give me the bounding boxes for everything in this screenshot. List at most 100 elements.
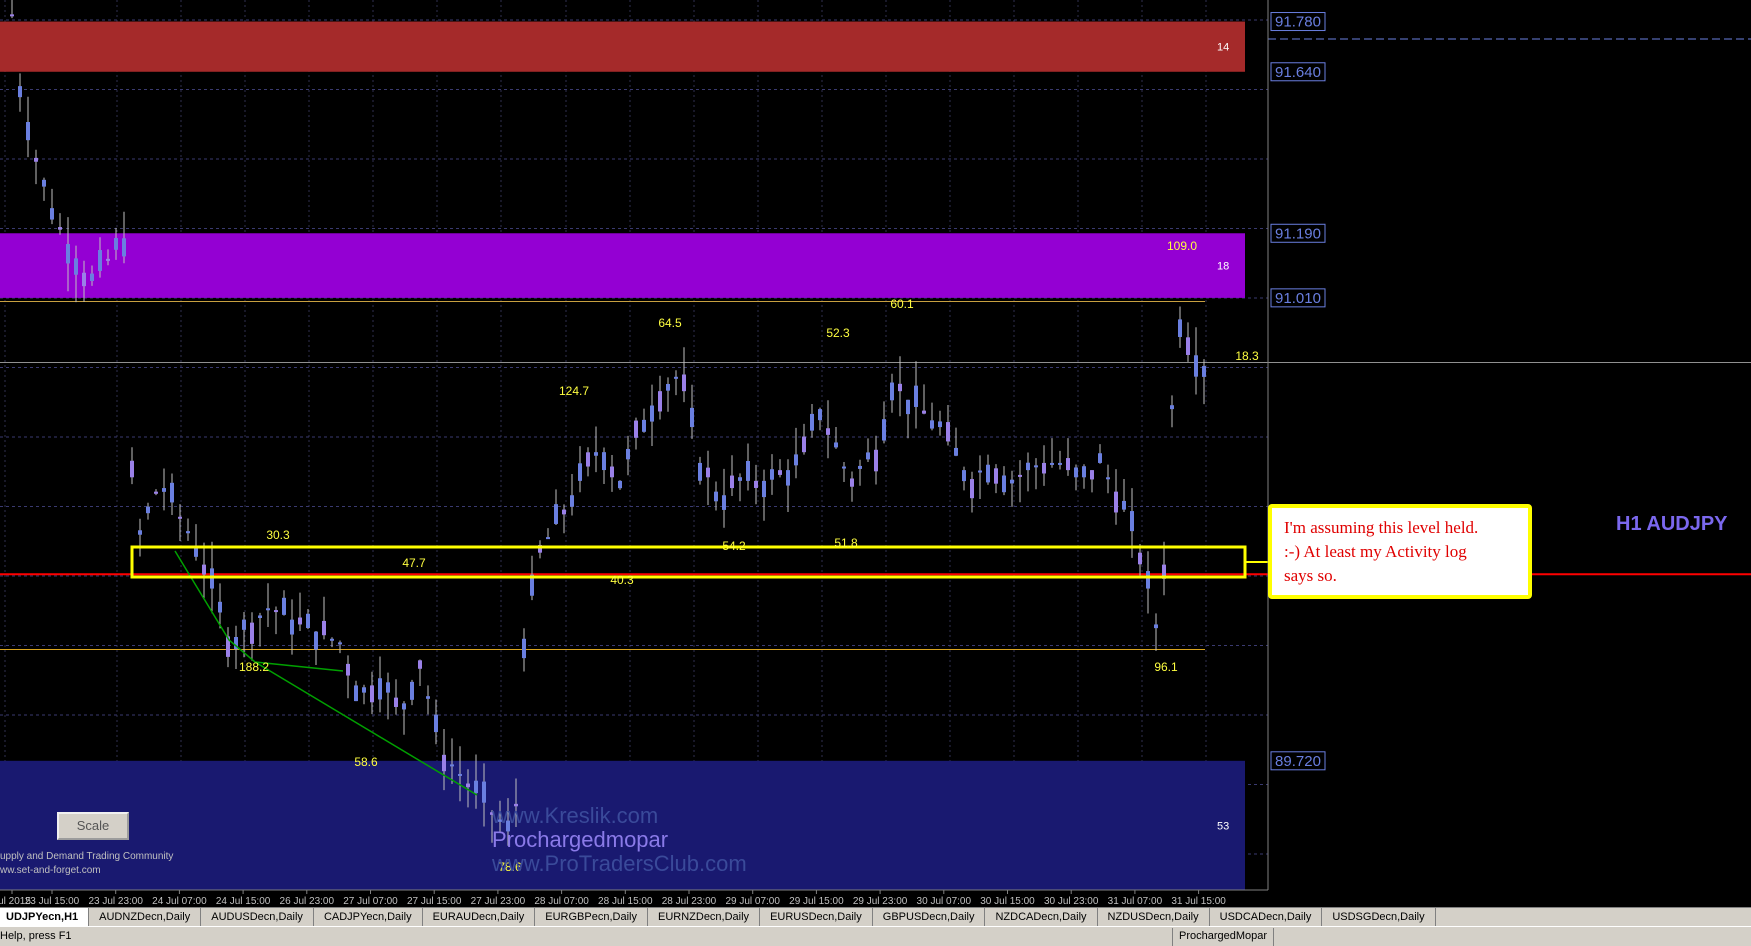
candle-body-4 bbox=[42, 179, 46, 187]
swing-label-9: 54.2 bbox=[722, 539, 746, 553]
candle-body-44 bbox=[362, 687, 366, 693]
time-tick-label-5: 26 Jul 23:00 bbox=[280, 896, 335, 907]
candle-body-57 bbox=[466, 783, 470, 788]
swing-label-6: 30.3 bbox=[266, 528, 290, 542]
candle-body-35 bbox=[290, 619, 294, 635]
candle-body-41 bbox=[338, 642, 342, 645]
scale-button[interactable]: Scale bbox=[57, 812, 129, 840]
swing-label-11: 188.2 bbox=[239, 660, 269, 674]
status-bar: Help, press F1 ProchargedMopar bbox=[0, 926, 1751, 946]
tab-audjpy-h1[interactable]: UDJPYecn,H1 bbox=[0, 908, 90, 927]
zone-label-0: 14 bbox=[1217, 42, 1229, 54]
candle-body-127 bbox=[1026, 462, 1030, 471]
candle-body-113 bbox=[914, 385, 918, 407]
swing-label-12: 58.6 bbox=[354, 755, 378, 769]
candle-body-95 bbox=[770, 469, 774, 480]
candle-body-147 bbox=[1186, 337, 1190, 355]
swing-label-4: 52.3 bbox=[826, 326, 850, 340]
candle-body-21 bbox=[178, 516, 182, 519]
tab-audusd-daily[interactable]: AUDUSDecn,Daily bbox=[201, 908, 314, 927]
annotation-callout: I'm assuming this level held. :-) At lea… bbox=[1268, 504, 1532, 599]
trend-line-1 bbox=[174, 550, 344, 672]
candle-body-128 bbox=[1034, 465, 1038, 468]
candle-body-82 bbox=[666, 383, 670, 391]
candle-body-139 bbox=[1122, 500, 1126, 510]
candle-body-131 bbox=[1058, 462, 1062, 465]
candle-body-67 bbox=[546, 537, 550, 540]
candle-body-116 bbox=[938, 421, 942, 428]
price-label-1: 91.640 bbox=[1275, 64, 1321, 81]
candle-body-132 bbox=[1066, 458, 1070, 471]
candle-body-96 bbox=[778, 470, 782, 475]
time-tick-label-1: 23 Jul 15:00 bbox=[25, 896, 80, 907]
candle-body-126 bbox=[1018, 474, 1022, 477]
zone-label-2: 53 bbox=[1217, 820, 1229, 832]
time-tick-label-10: 28 Jul 15:00 bbox=[598, 896, 653, 907]
candle-body-140 bbox=[1130, 511, 1134, 532]
candle-body-36 bbox=[298, 617, 302, 625]
time-tick-label-12: 29 Jul 07:00 bbox=[725, 896, 780, 907]
tab-eurgbp-daily[interactable]: EURGBPecn,Daily bbox=[535, 908, 648, 927]
swing-label-7: 47.7 bbox=[402, 556, 426, 570]
price-label-4: 89.720 bbox=[1275, 753, 1321, 770]
candle-body-109 bbox=[882, 419, 886, 441]
candle-body-15 bbox=[130, 460, 134, 478]
candle-body-2 bbox=[26, 122, 30, 141]
tab-gbpusd-daily[interactable]: GBPUSDecn,Daily bbox=[873, 908, 986, 927]
time-tick-label-14: 29 Jul 23:00 bbox=[853, 896, 908, 907]
candle-body-92 bbox=[746, 461, 750, 481]
time-tick-label-17: 30 Jul 23:00 bbox=[1044, 896, 1099, 907]
candle-body-5 bbox=[50, 208, 54, 220]
candle-body-107 bbox=[866, 452, 870, 460]
candle-body-34 bbox=[282, 597, 286, 615]
tab-cadjpy-daily[interactable]: CADJPYecn,Daily bbox=[314, 908, 423, 927]
tab-usdsgd-daily[interactable]: USDSGDecn,Daily bbox=[1322, 908, 1436, 927]
time-tick-label-3: 24 Jul 07:00 bbox=[152, 896, 207, 907]
candle-body-93 bbox=[754, 480, 758, 488]
candle-body-71 bbox=[578, 463, 582, 481]
candle-body-20 bbox=[170, 482, 174, 503]
candle-body-136 bbox=[1098, 453, 1102, 463]
tab-eurnzd-daily[interactable]: EURNZDecn,Daily bbox=[648, 908, 761, 927]
candle-body-134 bbox=[1082, 466, 1086, 478]
candle-body-37 bbox=[306, 613, 310, 629]
candle-body-104 bbox=[842, 466, 846, 469]
candle-body-120 bbox=[970, 479, 974, 499]
candle-body-9 bbox=[82, 272, 86, 287]
candle-body-142 bbox=[1146, 571, 1150, 589]
candle-body-30 bbox=[250, 622, 254, 644]
symbol-label: H1 AUDJPY bbox=[1616, 513, 1728, 535]
candle-body-17 bbox=[146, 506, 150, 514]
tab-audnzd-daily[interactable]: AUDNZDecn,Daily bbox=[89, 908, 202, 927]
annotation-line-1: I'm assuming this level held. bbox=[1284, 518, 1479, 537]
candle-body-86 bbox=[698, 462, 702, 481]
candle-body-80 bbox=[650, 405, 654, 422]
tab-nzdusd-daily[interactable]: NZDUSDecn,Daily bbox=[1098, 908, 1210, 927]
tab-eurusd-daily[interactable]: EURUSDecn,Daily bbox=[760, 908, 873, 927]
annotation-line-2: :-) At least my Activity log bbox=[1284, 542, 1467, 561]
candle-body-10 bbox=[90, 273, 94, 281]
time-tick-label-8: 27 Jul 23:00 bbox=[471, 896, 526, 907]
candle-body-24 bbox=[202, 564, 206, 575]
price-chart[interactable]: 14 18 53 109.0 18.3 60.1 64.5 52.3 124.7 30.3 47.7… bbox=[0, 0, 1751, 945]
tab-nzdcad-daily[interactable]: NZDCADecn,Daily bbox=[985, 908, 1098, 927]
tab-usdcad-daily[interactable]: USDCADecn,Daily bbox=[1210, 908, 1323, 927]
swing-label-10: 51.8 bbox=[834, 536, 858, 550]
status-user: ProchargedMopar bbox=[1172, 928, 1275, 946]
time-tick-label-16: 30 Jul 15:00 bbox=[980, 896, 1035, 907]
candle-body-94 bbox=[762, 480, 766, 498]
annotation-line-3: says so. bbox=[1284, 566, 1337, 585]
candle-body-43 bbox=[354, 685, 358, 702]
candle-body-18 bbox=[154, 491, 158, 494]
candle-body-48 bbox=[394, 697, 398, 707]
tab-euraud-daily[interactable]: EURAUDecn,Daily bbox=[423, 908, 536, 927]
candle-body-148 bbox=[1194, 355, 1198, 377]
candle-body-56 bbox=[458, 773, 462, 776]
candle-body-3 bbox=[34, 157, 38, 162]
candle-body-84 bbox=[682, 374, 686, 392]
candle-body-101 bbox=[818, 409, 822, 421]
candle-body-123 bbox=[994, 468, 998, 484]
candle-body-22 bbox=[186, 531, 190, 534]
candle-body-124 bbox=[1002, 475, 1006, 493]
time-tick-label-19: 31 Jul 15:00 bbox=[1171, 896, 1226, 907]
